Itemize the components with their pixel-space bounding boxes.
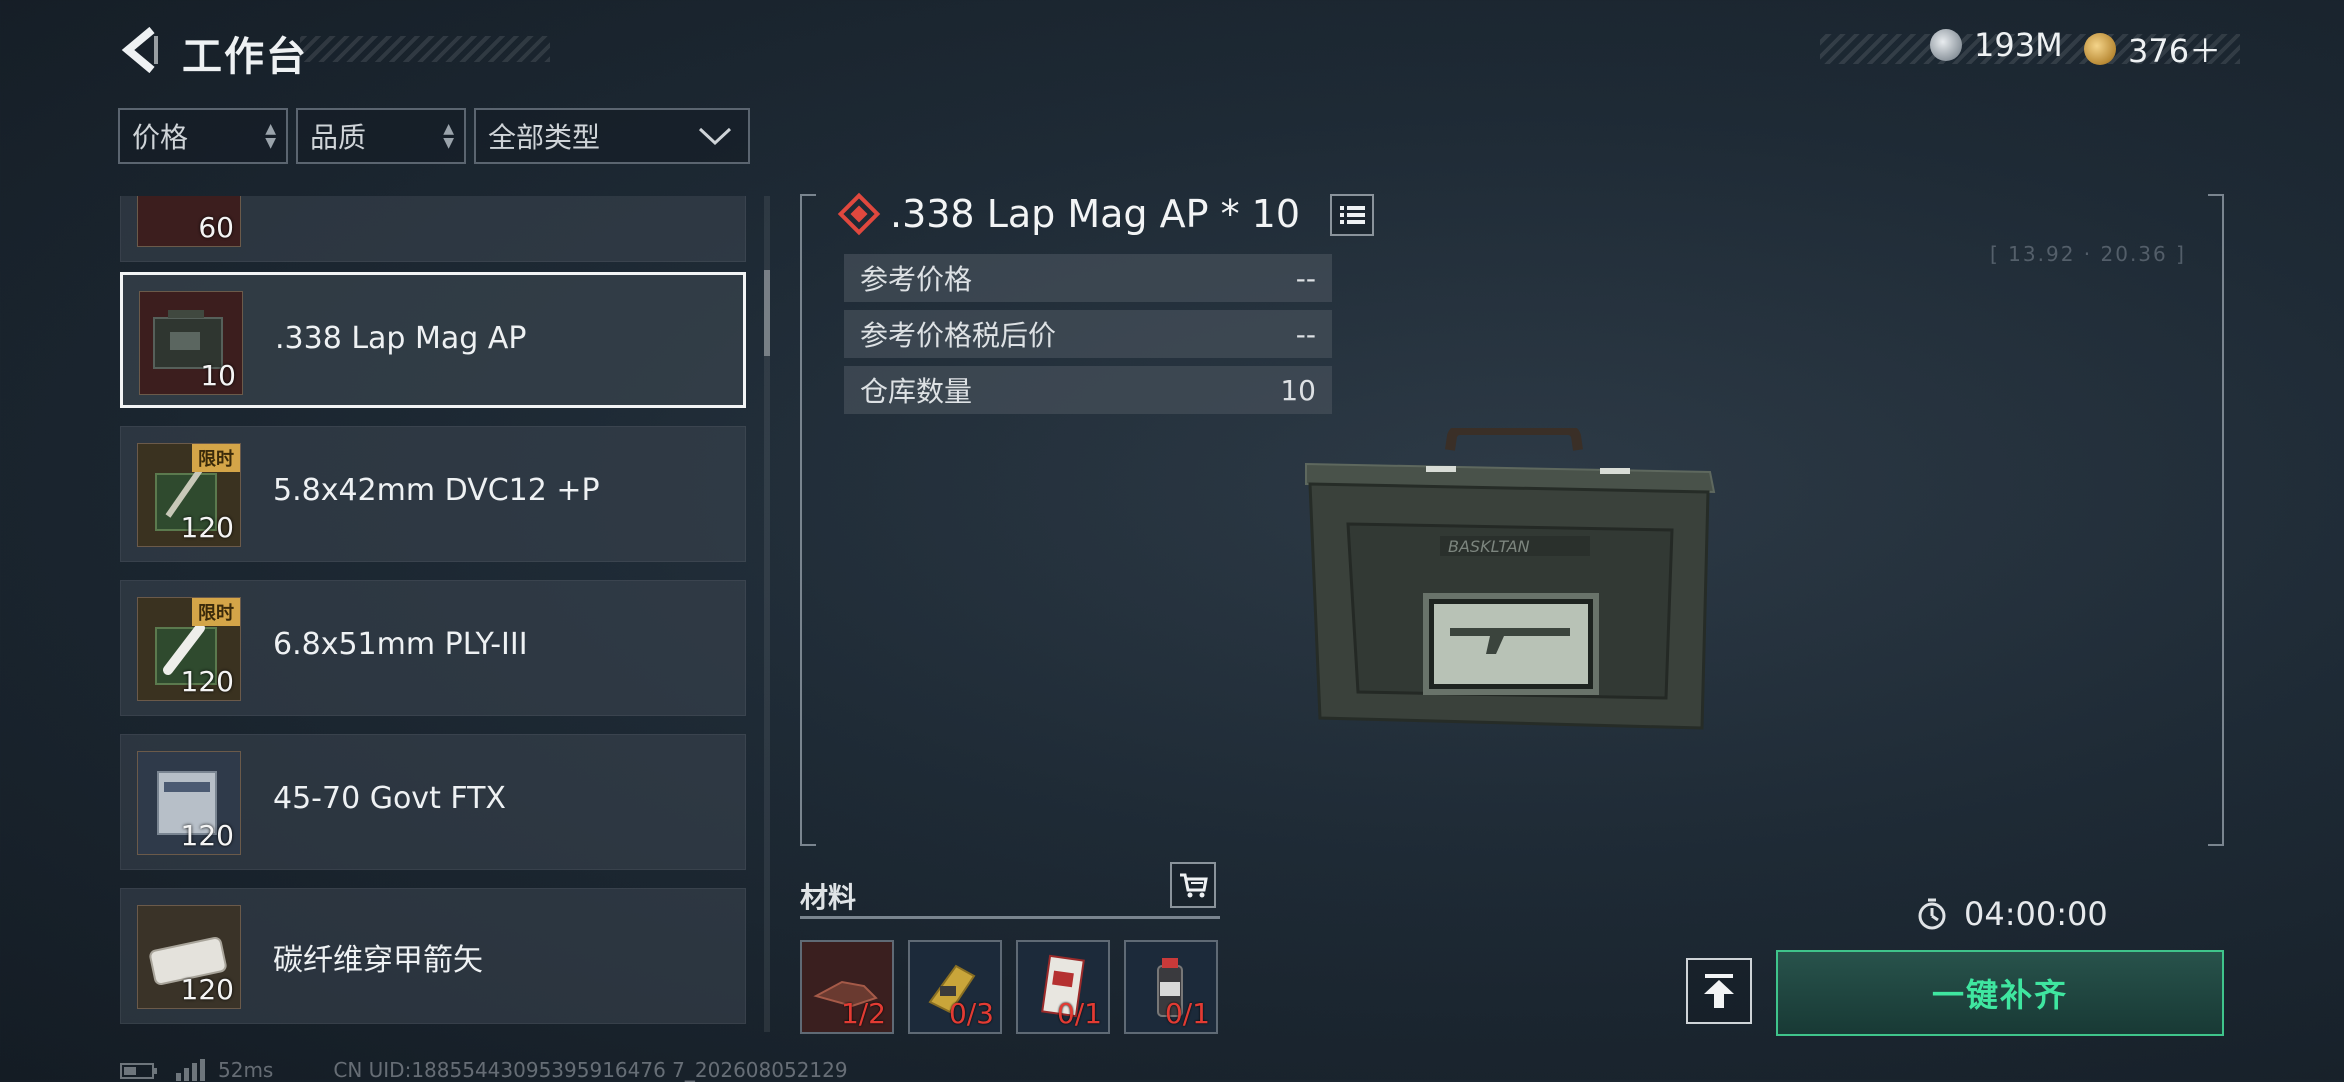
- coordinate-readout: [ 13.92 · 20.36 ]: [1990, 242, 2186, 266]
- info-row-after-tax-price: 参考价格税后价 --: [844, 310, 1332, 358]
- svg-text:BASKLTAN: BASKLTAN: [1448, 537, 1530, 556]
- frame-right: [2222, 194, 2224, 846]
- silver-coin-icon: [1930, 29, 1962, 61]
- list-item[interactable]: 限时 120 5.8x42mm DVC12 +P: [120, 426, 746, 562]
- currency-gold: 376＋: [2084, 26, 2221, 72]
- frame-left: [800, 194, 802, 846]
- frame-corner: [800, 194, 816, 196]
- list-scrollbar-thumb[interactable]: [764, 270, 770, 356]
- chevron-down-icon: [698, 127, 732, 146]
- price-sort-filter[interactable]: 价格 ▲ ▼: [118, 108, 288, 164]
- arrow-up-to-top-icon: [1704, 974, 1734, 1008]
- item-thumbnail: 10: [139, 291, 243, 395]
- battery-icon: [120, 1063, 157, 1079]
- frame-corner: [2208, 844, 2224, 846]
- materials-divider: [800, 916, 1220, 919]
- item-thumbnail: 限时 120: [137, 597, 241, 701]
- list-item[interactable]: 限时 120 6.8x51mm PLY-III: [120, 580, 746, 716]
- gold-triangle-coin-icon: [2084, 33, 2116, 65]
- info-row-stock: 仓库数量 10: [844, 366, 1332, 414]
- item-thumbnail: 120: [137, 905, 241, 1009]
- sort-arrows-icon: ▲ ▼: [443, 121, 454, 151]
- sort-arrows-icon: ▲ ▼: [265, 121, 276, 151]
- list-icon: [1340, 206, 1365, 224]
- material-slot[interactable]: 0/1: [1124, 940, 1218, 1034]
- detail-title: .338 Lap Mag AP * 10: [837, 192, 1300, 236]
- title-decoration: [300, 36, 550, 62]
- item-thumbnail: 120: [137, 751, 241, 855]
- craft-timer: 04:00:00: [1912, 894, 2108, 934]
- frame-corner: [2208, 194, 2224, 196]
- move-to-top-button[interactable]: [1686, 958, 1752, 1024]
- currency-silver: 193M: [1930, 26, 2063, 64]
- item-thumbnail: 限时 120: [137, 443, 241, 547]
- detail-list-button[interactable]: [1330, 194, 1374, 236]
- shopping-cart-icon: [1180, 873, 1208, 898]
- signal-icon: [176, 1059, 205, 1081]
- ping-value: 52ms: [218, 1058, 274, 1082]
- info-row-reference-price: 参考价格 --: [844, 254, 1332, 302]
- shopping-cart-button[interactable]: [1170, 862, 1216, 908]
- list-item[interactable]: 120 45-70 Govt FTX: [120, 734, 746, 870]
- quality-sort-filter[interactable]: 品质 ▲ ▼: [296, 108, 466, 164]
- status-bar: 52ms CN UID:18855443095395916476 7_20260…: [120, 1058, 848, 1082]
- quality-diamond-icon: [837, 192, 881, 236]
- item-thumbnail: 60: [137, 196, 241, 247]
- list-item[interactable]: 120 碳纤维穿甲箭矢: [120, 888, 746, 1024]
- item-list[interactable]: 60 10 .338 Lap Mag AP 限时 120 5.8x42mm DV…: [120, 196, 750, 1028]
- page-title: 工作台: [182, 34, 308, 80]
- back-icon[interactable]: [118, 24, 162, 76]
- materials-label: 材料: [800, 881, 857, 914]
- list-item-selected[interactable]: 10 .338 Lap Mag AP: [120, 272, 746, 408]
- one-click-refill-button[interactable]: 一键补齐: [1776, 950, 2224, 1036]
- material-slot[interactable]: 0/1: [1016, 940, 1110, 1034]
- user-uid: CN UID:18855443095395916476 7_2026080521…: [333, 1058, 848, 1082]
- material-slot[interactable]: 0/3: [908, 940, 1002, 1034]
- timer-icon: [1918, 898, 1946, 930]
- material-slot[interactable]: 1/2: [800, 940, 894, 1034]
- type-dropdown[interactable]: 全部类型: [474, 108, 750, 164]
- ammo-box-preview: BASKLTAN: [1305, 428, 1716, 730]
- list-item[interactable]: 60: [120, 196, 746, 262]
- frame-corner: [800, 844, 816, 846]
